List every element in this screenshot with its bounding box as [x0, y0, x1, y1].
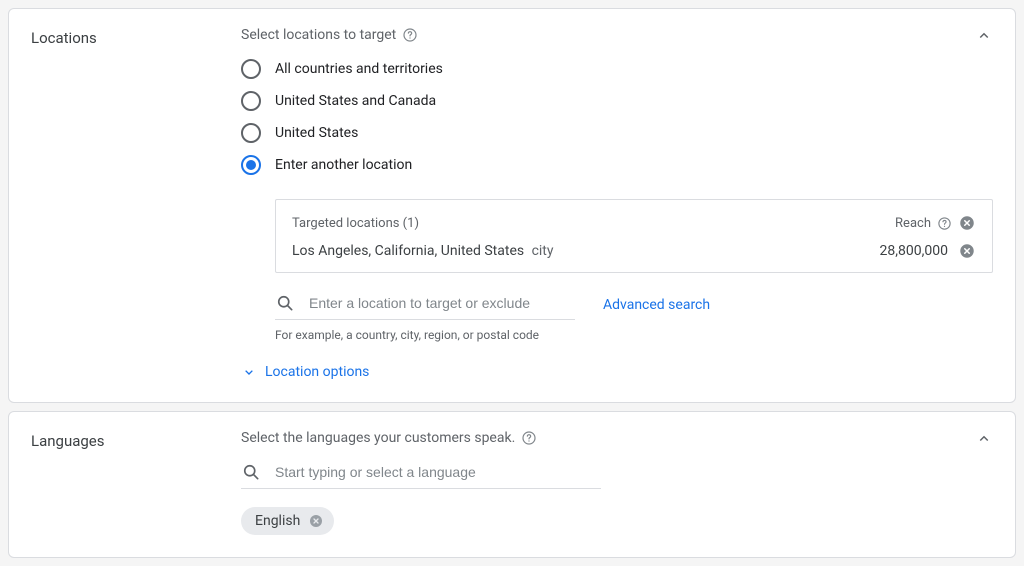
languages-prompt-line: Select the languages your customers spea… — [241, 430, 993, 446]
radio-icon — [241, 155, 261, 175]
remove-location-icon[interactable] — [958, 242, 976, 260]
radio-another-location[interactable]: Enter another location — [241, 149, 993, 181]
location-name: Los Angeles, California, United States — [292, 243, 524, 259]
locations-label: Locations — [31, 27, 241, 47]
location-options-label: Location options — [265, 364, 369, 380]
radio-us[interactable]: United States — [241, 117, 993, 149]
radio-label: United States and Canada — [275, 93, 436, 109]
search-icon — [275, 293, 295, 313]
languages-prompt: Select the languages your customers spea… — [241, 430, 515, 446]
location-options-toggle[interactable]: Location options — [241, 364, 993, 380]
targeted-header: Targeted locations (1) — [292, 216, 419, 231]
radio-all-countries[interactable]: All countries and territories — [241, 53, 993, 85]
collapse-icon[interactable] — [975, 27, 993, 45]
collapse-icon[interactable] — [975, 430, 993, 448]
reach-label: Reach — [895, 216, 931, 231]
language-chip[interactable]: English — [241, 507, 334, 535]
locations-prompt-line: Select locations to target — [241, 27, 993, 43]
radio-icon — [241, 91, 261, 111]
chevron-down-icon — [241, 364, 257, 380]
help-icon[interactable] — [402, 27, 418, 43]
radio-icon — [241, 123, 261, 143]
languages-label: Languages — [31, 430, 241, 450]
radio-label: Enter another location — [275, 157, 412, 173]
remove-chip-icon[interactable] — [308, 513, 324, 529]
targeted-location-row: Los Angeles, California, United States c… — [292, 242, 976, 260]
location-search-input[interactable] — [309, 295, 575, 311]
radio-label: All countries and territories — [275, 61, 443, 77]
targeted-locations-box: Targeted locations (1) Reach Los Angeles… — [275, 199, 993, 273]
radio-us-canada[interactable]: United States and Canada — [241, 85, 993, 117]
location-type: city — [532, 243, 554, 259]
help-icon[interactable] — [937, 216, 952, 231]
radio-icon — [241, 59, 261, 79]
remove-all-icon[interactable] — [958, 214, 976, 232]
radio-label: United States — [275, 125, 358, 141]
language-search-field[interactable] — [241, 458, 601, 489]
locations-card: Locations Select locations to target All… — [8, 8, 1016, 403]
locations-prompt: Select locations to target — [241, 27, 396, 43]
chip-label: English — [255, 513, 300, 529]
location-search-field[interactable] — [275, 289, 575, 320]
location-hint: For example, a country, city, region, or… — [275, 328, 993, 342]
search-icon — [241, 462, 261, 482]
location-radio-group: All countries and territories United Sta… — [241, 53, 993, 181]
language-search-input[interactable] — [275, 464, 601, 480]
reach-value: 28,800,000 — [880, 243, 948, 259]
advanced-search-link[interactable]: Advanced search — [603, 297, 710, 313]
help-icon[interactable] — [521, 430, 537, 446]
languages-card: Languages Select the languages your cust… — [8, 411, 1016, 558]
